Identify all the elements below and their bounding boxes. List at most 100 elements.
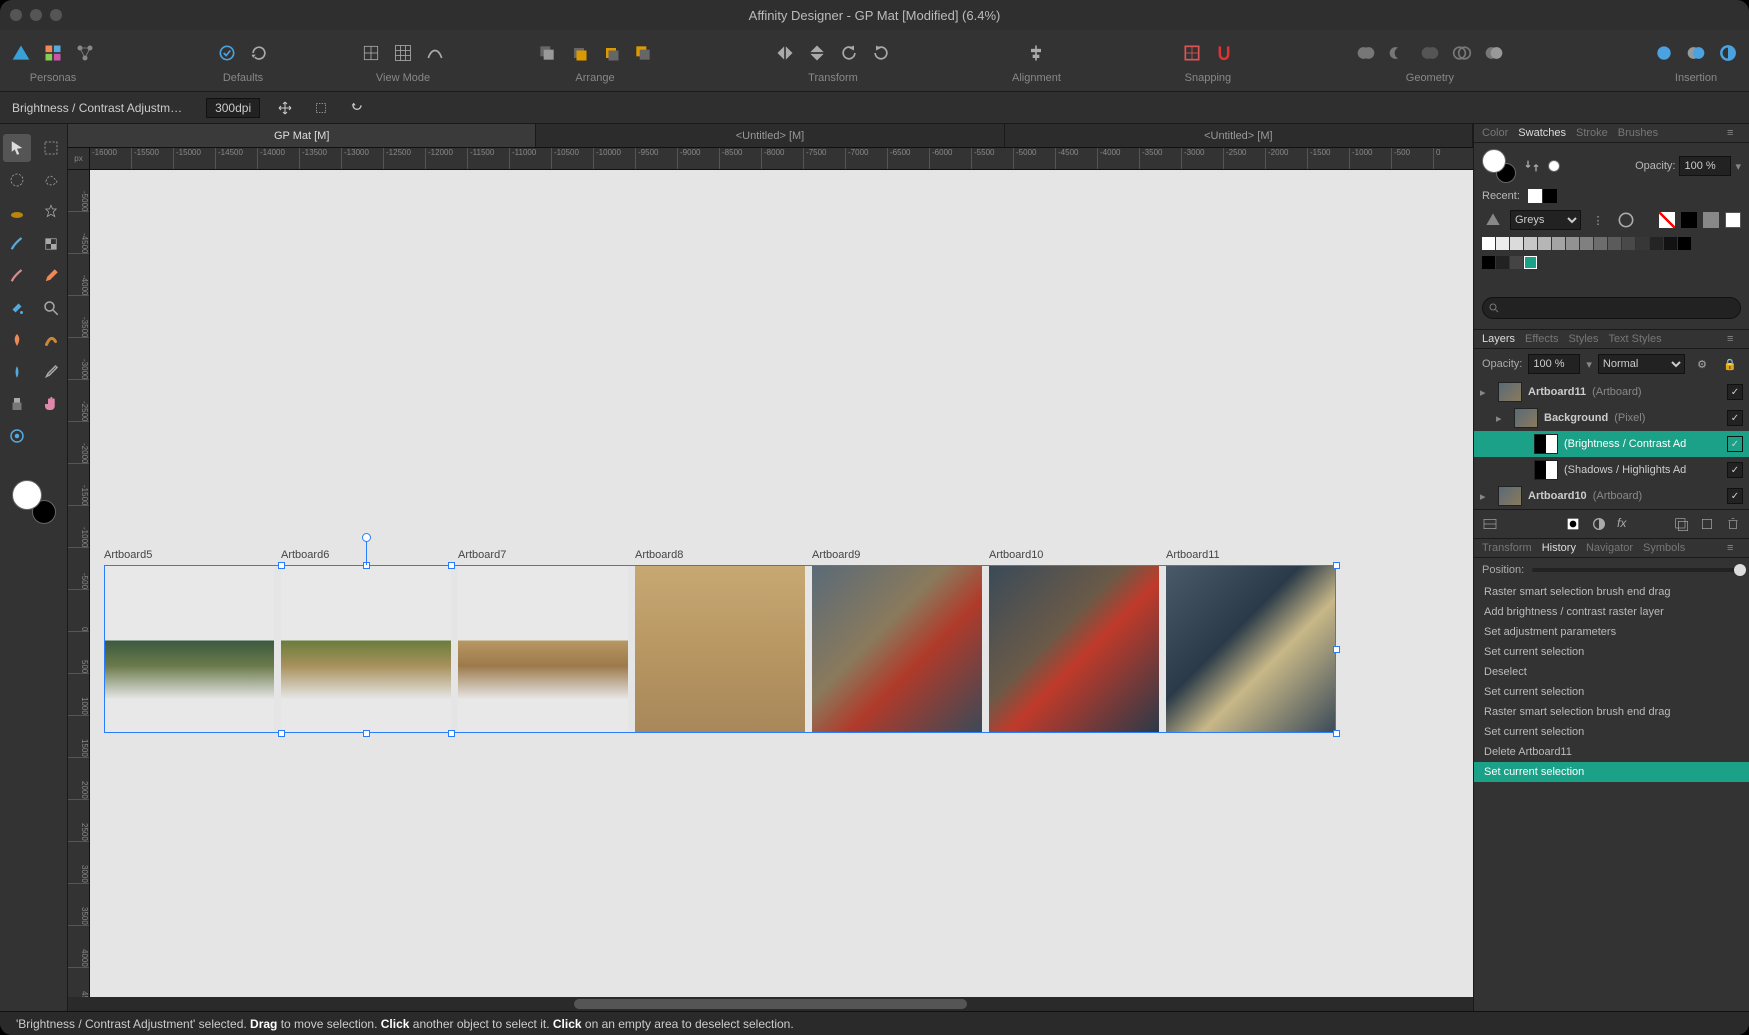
layer-fx-icon[interactable]: fx [1617,516,1633,532]
geom-xor-icon[interactable] [1451,42,1473,64]
swatch-fill[interactable] [1482,149,1506,173]
paint-brush-tool[interactable] [3,230,31,258]
swatch[interactable] [1496,256,1509,269]
tab-stroke[interactable]: Stroke [1576,127,1608,139]
panel-menu-icon[interactable]: ≡ [1727,333,1741,345]
layer-visibility-checkbox[interactable]: ✓ [1727,488,1743,504]
layer-visibility-checkbox[interactable]: ✓ [1727,436,1743,452]
history-item[interactable]: Set current selection [1474,642,1749,662]
minimize-window[interactable] [30,9,42,21]
tab-1[interactable]: <Untitled> [M] [536,124,1004,147]
tab-color[interactable]: Color [1482,127,1508,139]
delete-layer-icon[interactable] [1725,516,1741,532]
swatch[interactable] [1552,237,1565,250]
artboard-label[interactable]: Artboard9 [812,549,860,561]
swatch[interactable] [1580,237,1593,250]
swatch[interactable] [1496,237,1509,250]
window-controls[interactable] [10,9,62,21]
swatch[interactable] [1678,237,1691,250]
force-pixel-align-icon[interactable] [1213,42,1235,64]
selection-handle[interactable] [1333,646,1340,653]
swatch[interactable] [1538,237,1551,250]
zoom-tool[interactable] [37,294,65,322]
erase-brush-tool[interactable] [3,262,31,290]
horizontal-scrollbar[interactable] [68,997,1473,1011]
ruler-horizontal[interactable]: -16000-15500-15000-14500-14000-13500-130… [90,148,1473,170]
rotate-cw-icon[interactable] [870,42,892,64]
freehand-select-tool[interactable] [37,166,65,194]
geom-divide-icon[interactable] [1483,42,1505,64]
swap-colors-icon[interactable] [1524,158,1540,174]
persona-designer-icon[interactable] [10,42,32,64]
tab-layers[interactable]: Layers [1482,333,1515,345]
swatch[interactable] [1650,237,1663,250]
flood-fill-tool[interactable] [3,294,31,322]
picker-dot-icon[interactable] [1548,160,1560,172]
alignment-icon[interactable] [1025,42,1047,64]
flip-vertical-icon[interactable] [806,42,828,64]
add-pixel-layer-icon[interactable] [1673,516,1689,532]
swatch-search-input[interactable] [1482,297,1741,319]
layer-blend-ranges-icon[interactable] [1482,516,1498,532]
selection-handle[interactable] [278,562,285,569]
history-item[interactable]: Set adjustment parameters [1474,622,1749,642]
flip-horizontal-icon[interactable] [774,42,796,64]
mask-layer-icon[interactable] [1565,516,1581,532]
swatch[interactable] [1510,256,1523,269]
view-outline-icon[interactable] [424,42,446,64]
geom-intersect-icon[interactable] [1419,42,1441,64]
opacity-field[interactable] [1679,156,1731,176]
disclosure-icon[interactable]: ▸ [1480,490,1492,503]
tool-color-wells[interactable] [12,480,56,524]
white-swatch[interactable] [1725,212,1741,228]
history-item[interactable]: Set current selection [1474,722,1749,742]
ellipse-marquee-tool[interactable] [3,166,31,194]
insert-top-icon[interactable] [1717,42,1739,64]
dodge-tool[interactable] [3,358,31,386]
selection-brush-tool[interactable] [3,198,31,226]
layer-row[interactable]: ▸Artboard11 (Artboard)✓ [1474,379,1749,405]
tab-history[interactable]: History [1542,542,1576,554]
selection-handle[interactable] [1333,562,1340,569]
swatch[interactable] [1524,237,1537,250]
tab-brushes[interactable]: Brushes [1618,127,1658,139]
arrange-forward-icon[interactable] [600,42,622,64]
tab-transform[interactable]: Transform [1482,542,1532,554]
mixer-brush-tool[interactable] [37,230,65,258]
clone-tool[interactable] [3,390,31,418]
history-item[interactable]: Set current selection [1474,762,1749,782]
defaults-sync-icon[interactable] [216,42,238,64]
opacity-dropdown-icon[interactable]: ▾ [1735,160,1741,173]
swatch[interactable] [1566,237,1579,250]
zoom-window[interactable] [50,9,62,21]
history-item[interactable]: Delete Artboard11 [1474,742,1749,762]
layer-row[interactable]: ▸Background (Pixel)✓ [1474,405,1749,431]
selection-handle[interactable] [448,730,455,737]
snapping-toggle-icon[interactable] [1181,42,1203,64]
history-item[interactable]: Deselect [1474,662,1749,682]
tab-navigator[interactable]: Navigator [1586,542,1633,554]
swatch[interactable] [1510,237,1523,250]
layer-row[interactable]: (Brightness / Contrast Ad ✓ [1474,431,1749,457]
layer-opacity-dropdown-icon[interactable]: ▾ [1586,358,1592,371]
geom-subtract-icon[interactable] [1387,42,1409,64]
selection-handle[interactable] [448,562,455,569]
move-children-icon[interactable] [274,97,296,119]
artboard-label[interactable]: Artboard6 [281,549,329,561]
panel-menu-icon[interactable]: ≡ [1727,542,1741,554]
add-layer-icon[interactable] [1699,516,1715,532]
view-pixel-icon[interactable] [360,42,382,64]
color-picker-tool[interactable] [3,422,31,450]
disclosure-icon[interactable]: ▸ [1480,386,1492,399]
selection-bounding-box[interactable] [104,565,1336,733]
arrange-front-icon[interactable] [632,42,654,64]
tab-text-styles[interactable]: Text Styles [1608,333,1661,345]
smudge-tool[interactable] [37,326,65,354]
smart-selection-tool[interactable] [37,198,65,226]
marquee-tool[interactable] [37,134,65,162]
disclosure-icon[interactable]: ▸ [1496,412,1508,425]
black-swatch[interactable] [1681,212,1697,228]
fill-color-well[interactable] [12,480,42,510]
artboard-label[interactable]: Artboard7 [458,549,506,561]
close-window[interactable] [10,9,22,21]
